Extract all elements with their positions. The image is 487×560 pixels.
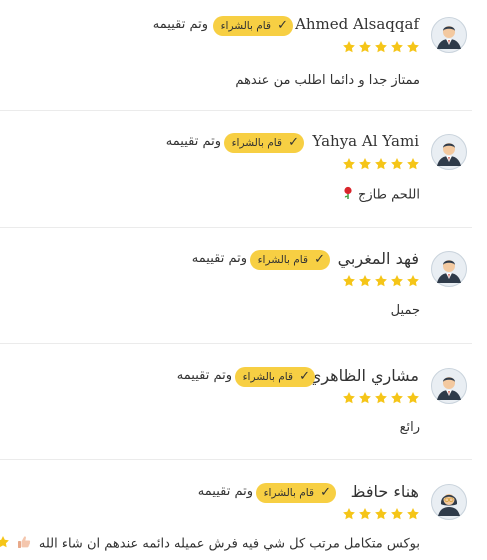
review-item: مشاري الظاهري ✓ قام بالشراء وتم تقييمه ر… xyxy=(0,366,472,448)
check-icon: ✓ xyxy=(320,485,331,500)
purchased-badge: ✓ قام بالشراء xyxy=(224,133,304,153)
rating-stars xyxy=(340,507,420,521)
check-icon: ✓ xyxy=(277,18,288,33)
review-comment: جميل xyxy=(390,303,420,318)
review-comment-text: بوكس متكامل مرتب كل شي فيه فرش عميله دائ… xyxy=(38,536,420,552)
avatar-male-icon xyxy=(431,17,467,53)
star-icon xyxy=(342,274,356,288)
star-icon xyxy=(358,391,372,405)
avatar-male-icon xyxy=(431,368,467,404)
star-icon xyxy=(406,157,420,171)
reviewer-name: مشاري الظاهري xyxy=(308,366,419,385)
avatar-male-icon xyxy=(431,251,467,287)
divider xyxy=(0,459,472,460)
divider xyxy=(0,343,472,344)
review-item: Ahmed Alsaqqaf ✓ قام بالشراء وتم تقييمه … xyxy=(0,15,472,97)
star-icon xyxy=(342,40,356,54)
reviewer-name: فهد المغربي xyxy=(337,249,419,268)
star-icon xyxy=(406,391,420,405)
divider xyxy=(0,110,472,111)
rated-label: وتم تقييمه xyxy=(152,17,208,32)
purchased-badge-label: قام بالشراء xyxy=(231,137,282,149)
star-icon xyxy=(358,274,372,288)
star-icon xyxy=(390,274,404,288)
rating-stars xyxy=(340,157,420,171)
purchased-badge: ✓ قام بالشراء xyxy=(235,367,315,387)
star-icon xyxy=(390,391,404,405)
star-icon xyxy=(358,40,372,54)
star-icon xyxy=(342,391,356,405)
star-icon xyxy=(0,535,10,553)
star-icon xyxy=(390,40,404,54)
star-icon xyxy=(390,507,404,521)
rating-stars xyxy=(340,391,420,405)
star-icon xyxy=(406,274,420,288)
star-icon xyxy=(358,157,372,171)
review-item: Yahya Al Yami ✓ قام بالشراء وتم تقييمه ا… xyxy=(0,132,472,214)
rated-label: وتم تقييمه xyxy=(176,368,232,383)
rose-icon xyxy=(342,186,354,204)
review-comment: اللحم طازج xyxy=(342,186,420,204)
rated-label: وتم تقييمه xyxy=(191,251,247,266)
review-comment-text: اللحم طازج xyxy=(357,187,420,203)
reviewer-name: Yahya Al Yami xyxy=(312,132,419,150)
review-comment: رائع xyxy=(399,420,420,435)
check-icon: ✓ xyxy=(288,135,299,150)
star-icon xyxy=(406,40,420,54)
rated-label: وتم تقييمه xyxy=(197,484,253,499)
reviewer-name: Ahmed Alsaqqaf xyxy=(295,15,419,33)
check-icon: ✓ xyxy=(314,252,325,267)
review-item: هناء حافظ ✓ قام بالشراء وتم تقييمه بوكس … xyxy=(0,482,472,560)
star-icon xyxy=(374,391,388,405)
star-icon xyxy=(342,507,356,521)
star-icon xyxy=(374,507,388,521)
reviews-list: Ahmed Alsaqqaf ✓ قام بالشراء وتم تقييمه … xyxy=(0,0,472,560)
purchased-badge-label: قام بالشراء xyxy=(220,20,271,32)
star-icon xyxy=(390,157,404,171)
rating-stars xyxy=(340,274,420,288)
review-item: فهد المغربي ✓ قام بالشراء وتم تقييمه جمي… xyxy=(0,249,472,331)
review-comment: بوكس متكامل مرتب كل شي فيه فرش عميله دائ… xyxy=(0,535,420,553)
purchased-badge: ✓ قام بالشراء xyxy=(250,250,330,270)
star-icon xyxy=(374,157,388,171)
purchased-badge-label: قام بالشراء xyxy=(263,487,314,499)
reviewer-name: هناء حافظ xyxy=(350,482,419,501)
purchased-badge: ✓ قام بالشراء xyxy=(213,16,293,36)
purchased-badge: ✓ قام بالشراء xyxy=(256,483,336,503)
purchased-badge-label: قام بالشراء xyxy=(257,254,308,266)
avatar-male-icon xyxy=(431,134,467,170)
star-icon xyxy=(374,40,388,54)
star-icon xyxy=(342,157,356,171)
avatar-female-icon xyxy=(431,484,467,520)
purchased-badge-label: قام بالشراء xyxy=(242,371,293,383)
check-icon: ✓ xyxy=(299,369,310,384)
thumbs-up-icon xyxy=(17,535,31,553)
star-icon xyxy=(374,274,388,288)
rating-stars xyxy=(340,40,420,54)
rated-label: وتم تقييمه xyxy=(165,134,221,149)
star-icon xyxy=(406,507,420,521)
review-comment: ممتاز جدا و دائما اطلب من عندهم xyxy=(235,73,420,88)
divider xyxy=(0,227,472,228)
star-icon xyxy=(358,507,372,521)
